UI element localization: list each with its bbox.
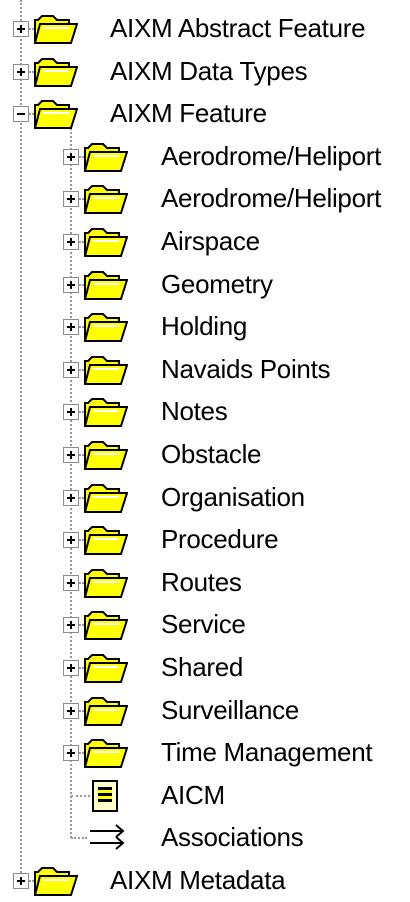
tree-item-label: Holding xyxy=(161,311,248,342)
folder-icon xyxy=(83,483,129,513)
expand-toggle-icon[interactable] xyxy=(63,532,79,549)
tree-item-label: Obstacle xyxy=(161,439,262,469)
tree-item-label: AIXM Data Types xyxy=(110,55,308,86)
tree-item-geometry[interactable]: Geometry xyxy=(0,264,410,306)
tree-item-aixm-metadata[interactable]: AIXM Metadata xyxy=(0,860,410,902)
document-icon xyxy=(91,779,121,813)
tree-item-label: Shared xyxy=(161,652,244,682)
expand-toggle-icon[interactable] xyxy=(63,745,79,762)
expand-toggle-icon[interactable] xyxy=(13,63,29,80)
tree-item-obstacle[interactable]: Obstacle xyxy=(0,434,410,476)
expand-toggle-icon[interactable] xyxy=(63,234,79,250)
folder-icon xyxy=(83,227,129,257)
folder-icon xyxy=(83,397,129,428)
folder-icon xyxy=(83,653,129,683)
tree-item-label: Notes xyxy=(161,396,228,427)
folder-icon xyxy=(83,270,129,300)
expand-toggle-icon[interactable] xyxy=(63,361,79,378)
tree-item-aerodrome-heliport[interactable]: Aerodrome/Heliport xyxy=(0,136,410,178)
tree-item-label: Service xyxy=(161,609,246,640)
tree-item-aixm-abstract-feature[interactable]: AIXM Abstract Feature xyxy=(0,8,410,50)
tree-item-label: Procedure xyxy=(161,524,279,555)
expand-toggle-icon[interactable] xyxy=(63,447,79,463)
tree-item-label: Organisation xyxy=(161,481,305,512)
expand-toggle-icon[interactable] xyxy=(63,276,79,293)
tree-item-label: AIXM Abstract Feature xyxy=(110,13,366,43)
expand-toggle-icon[interactable] xyxy=(63,489,79,506)
tree-item-associations[interactable]: Associations xyxy=(0,817,410,859)
expand-toggle-icon[interactable] xyxy=(63,617,79,634)
tree-item-label: Time Management xyxy=(161,737,373,768)
folder-icon xyxy=(83,440,129,470)
tree-item-label: AICM xyxy=(161,779,225,810)
folder-icon xyxy=(83,610,129,641)
tree-item-time-management[interactable]: Time Management xyxy=(0,732,410,774)
tree-item-navaids-points[interactable]: Navaids Points xyxy=(0,349,410,391)
folder-icon xyxy=(83,696,129,726)
tree-item-label: Aerodrome/Heliport xyxy=(161,183,382,214)
tree-item-routes[interactable]: Routes xyxy=(0,562,410,604)
tree-item-label: Geometry xyxy=(161,268,273,299)
tree-item-airspace[interactable]: Airspace xyxy=(0,221,410,263)
associations-icon xyxy=(88,821,128,855)
folder-icon xyxy=(83,525,129,556)
expand-toggle-icon[interactable] xyxy=(63,191,79,208)
folder-icon xyxy=(83,312,129,343)
folder-icon xyxy=(33,57,79,87)
tree-item-label: Associations xyxy=(161,822,304,853)
tree-item-aixm-data-types[interactable]: AIXM Data Types xyxy=(0,51,410,93)
expand-toggle-icon[interactable] xyxy=(63,148,79,165)
tree-item-aicm[interactable]: AICM xyxy=(0,775,410,817)
expand-toggle-icon[interactable] xyxy=(63,574,79,591)
folder-icon xyxy=(33,866,79,896)
expand-toggle-icon[interactable] xyxy=(13,21,29,37)
tree-item-label: Aerodrome/Heliport xyxy=(161,140,382,171)
folder-icon xyxy=(83,142,129,172)
tree-item-label: AIXM Metadata xyxy=(110,865,286,895)
tree-item-organisation[interactable]: Organisation xyxy=(0,477,410,519)
tree-item-service[interactable]: Service xyxy=(0,604,410,646)
expand-toggle-icon[interactable] xyxy=(63,660,79,676)
tree-view[interactable]: AIXM Abstract Feature AIXM Data Types AIXM… xyxy=(0,0,410,896)
tree-item-aixm-feature[interactable]: AIXM Feature xyxy=(0,93,410,135)
tree-item-procedure[interactable]: Procedure xyxy=(0,519,410,561)
tree-item-label: AIXM Feature xyxy=(110,98,267,129)
collapse-toggle-icon[interactable] xyxy=(13,106,29,123)
folder-icon xyxy=(83,355,129,385)
tree-item-surveillance[interactable]: Surveillance xyxy=(0,690,410,732)
tree-item-holding[interactable]: Holding xyxy=(0,306,410,348)
expand-toggle-icon[interactable] xyxy=(63,702,79,719)
folder-icon xyxy=(83,184,129,215)
tree-item-aerodrome-heliport[interactable]: Aerodrome/Heliport xyxy=(0,178,410,220)
tree-item-label: Airspace xyxy=(161,226,260,256)
expand-toggle-icon[interactable] xyxy=(63,404,79,421)
tree-item-notes[interactable]: Notes xyxy=(0,391,410,433)
folder-icon xyxy=(33,14,79,44)
tree-item-label: Surveillance xyxy=(161,694,300,725)
tree-item-label: Routes xyxy=(161,566,242,597)
tree-item-shared[interactable]: Shared xyxy=(0,647,410,689)
expand-toggle-icon[interactable] xyxy=(13,873,29,889)
expand-toggle-icon[interactable] xyxy=(63,319,79,336)
folder-icon xyxy=(33,99,79,130)
folder-icon xyxy=(83,738,129,769)
folder-icon xyxy=(83,568,129,598)
tree-item-label: Navaids Points xyxy=(161,353,331,384)
